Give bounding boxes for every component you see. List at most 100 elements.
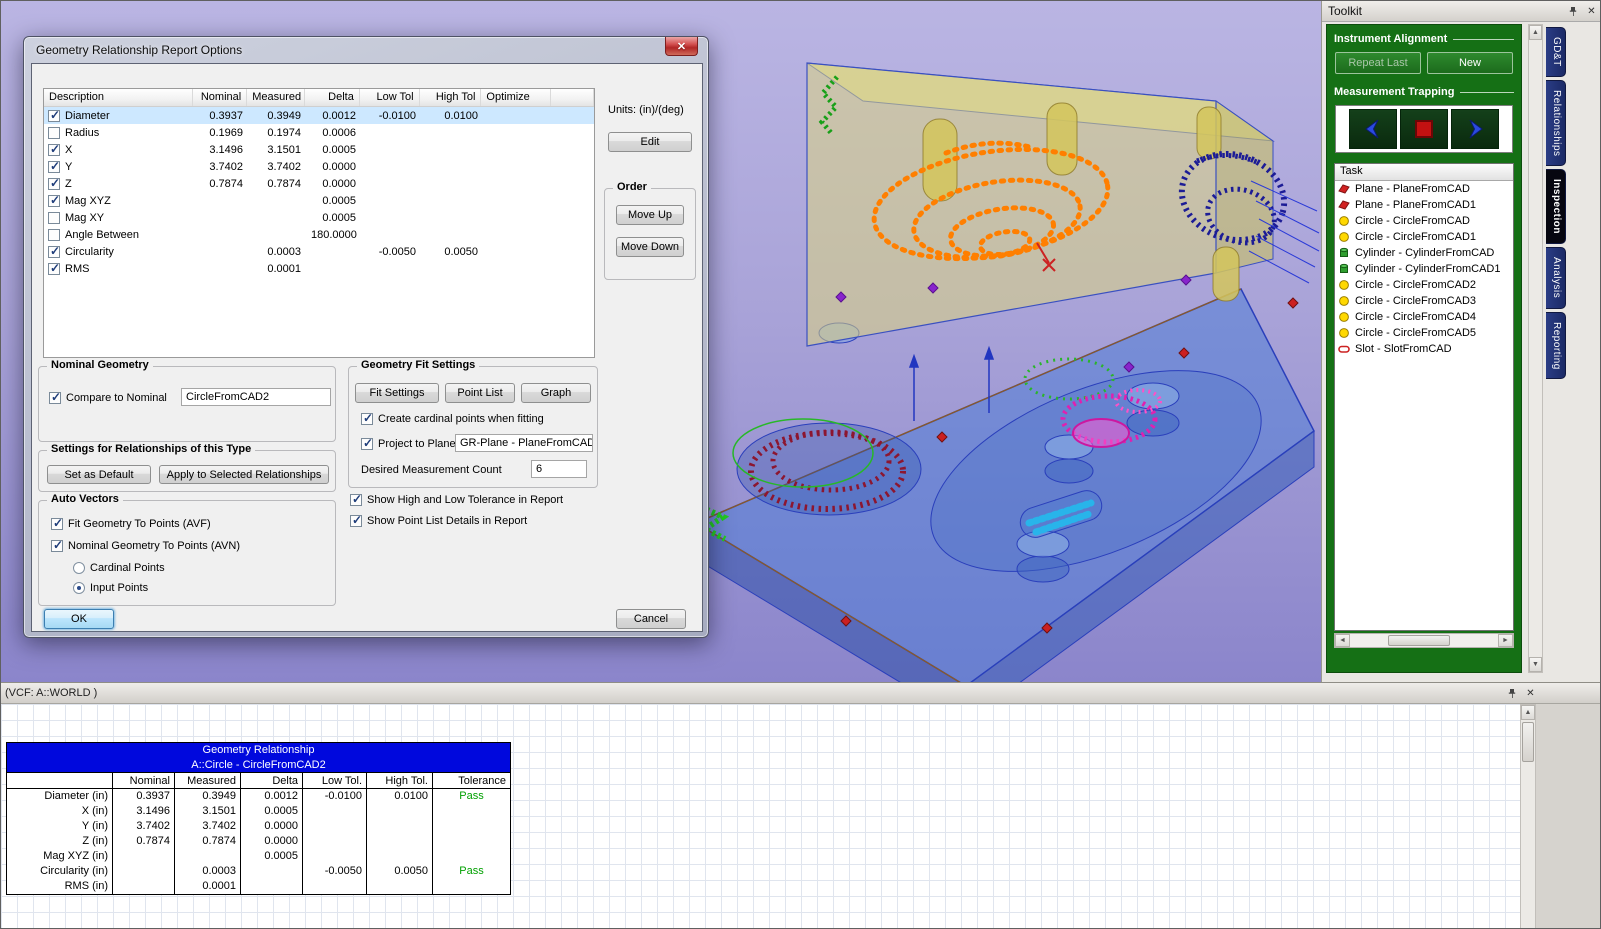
checkbox-icon[interactable] <box>48 195 60 207</box>
scroll-down-button[interactable]: ▼ <box>1529 657 1542 672</box>
cardinal-points-radio[interactable]: Cardinal Points <box>73 562 165 574</box>
task-item[interactable]: Circle - CircleFromCAD4 <box>1335 309 1513 325</box>
nominal-geometry-field[interactable]: CircleFromCAD2 <box>181 388 331 406</box>
task-list-hscrollbar[interactable]: ◄ ► <box>1334 633 1514 648</box>
move-down-button[interactable]: Move Down <box>616 237 684 257</box>
repeat-last-button[interactable]: Repeat Last <box>1335 52 1421 74</box>
task-list-header[interactable]: Task <box>1335 164 1513 181</box>
task-item[interactable]: Slot - SlotFromCAD <box>1335 341 1513 357</box>
trap-next-button[interactable] <box>1451 109 1499 149</box>
compare-to-nominal-checkbox[interactable]: Compare to Nominal <box>49 392 167 404</box>
checkbox-icon[interactable] <box>48 110 60 122</box>
graph-button[interactable]: Graph <box>521 383 591 403</box>
show-pointlist-checkbox[interactable]: Show Point List Details in Report <box>350 515 527 527</box>
column-header[interactable]: Measured <box>247 89 305 106</box>
report-row-label: Circularity (in) <box>7 864 113 879</box>
dialog-table-row[interactable]: Radius0.19690.19740.0006 <box>44 124 594 141</box>
cell-low: -0.0100 <box>361 110 421 122</box>
checkbox-icon[interactable] <box>48 144 60 156</box>
pin-icon[interactable] <box>1566 4 1581 19</box>
checkbox-icon <box>350 494 362 506</box>
checkbox-icon[interactable] <box>48 212 60 224</box>
report-options-table[interactable]: DescriptionNominalMeasuredDeltaLow TolHi… <box>43 88 595 358</box>
report-cell-tolerance <box>433 819 510 834</box>
scroll-thumb[interactable] <box>1522 722 1534 762</box>
scroll-up-button[interactable]: ▲ <box>1521 705 1535 720</box>
show-tolerance-checkbox[interactable]: Show High and Low Tolerance in Report <box>350 494 563 506</box>
task-item[interactable]: Cylinder - CylinderFromCAD1 <box>1335 261 1513 277</box>
task-item[interactable]: Circle - CircleFromCAD3 <box>1335 293 1513 309</box>
cell-low: -0.0050 <box>361 246 421 258</box>
tab-relationships[interactable]: Relationships <box>1546 80 1566 167</box>
column-header[interactable]: Delta <box>305 89 360 106</box>
scroll-up-button[interactable]: ▲ <box>1529 25 1542 40</box>
dialog-table-row[interactable]: Mag XY0.0005 <box>44 209 594 226</box>
pin-icon[interactable] <box>1505 686 1520 701</box>
edit-button[interactable]: Edit <box>608 132 692 152</box>
column-header[interactable]: Low Tol <box>360 89 420 106</box>
task-list: Plane - PlaneFromCADPlane - PlaneFromCAD… <box>1335 181 1513 357</box>
column-header[interactable]: Nominal <box>193 89 247 106</box>
dialog-table-row[interactable]: Mag XYZ0.0005 <box>44 192 594 209</box>
fit-settings-button[interactable]: Fit Settings <box>355 383 439 403</box>
input-points-radio[interactable]: Input Points <box>73 582 148 594</box>
trap-stop-button[interactable] <box>1400 109 1448 149</box>
report-cell-delta <box>241 864 303 879</box>
apply-to-selected-button[interactable]: Apply to Selected Relationships <box>159 465 329 484</box>
avf-checkbox[interactable]: Fit Geometry To Points (AVF) <box>51 518 211 530</box>
column-header[interactable]: High Tol <box>420 89 482 106</box>
checkbox-icon[interactable] <box>48 178 60 190</box>
auto-vectors-group: Auto Vectors Fit Geometry To Points (AVF… <box>38 500 336 606</box>
close-icon[interactable]: ✕ <box>1584 4 1599 19</box>
tab-reporting[interactable]: Reporting <box>1546 312 1566 380</box>
checkbox-icon[interactable] <box>48 229 60 241</box>
cancel-button[interactable]: Cancel <box>616 609 686 629</box>
tab-gd-t[interactable]: GD&T <box>1546 27 1566 77</box>
measurement-count-field[interactable]: 6 <box>531 460 587 478</box>
dialog-close-button[interactable]: ✕ <box>665 37 698 56</box>
toolkit-vscrollbar[interactable]: ▲ ▼ <box>1528 24 1543 673</box>
trap-previous-button[interactable] <box>1349 109 1397 149</box>
task-label: Circle - CircleFromCAD3 <box>1355 295 1476 307</box>
checkbox-icon[interactable] <box>48 127 60 139</box>
3d-viewport[interactable]: Geometry Relationship Report Options ✕ D… <box>1 1 1321 682</box>
project-to-plane-checkbox[interactable]: Project to Plane <box>361 438 456 450</box>
dialog-table-row[interactable]: Diameter0.39370.39490.0012-0.01000.0100 <box>44 107 594 124</box>
close-icon[interactable]: ✕ <box>1523 686 1538 701</box>
tab-inspection[interactable]: Inspection <box>1546 169 1566 244</box>
column-header[interactable]: Description <box>44 89 193 106</box>
task-item[interactable]: Cylinder - CylinderFromCAD <box>1335 245 1513 261</box>
checkbox-icon[interactable] <box>48 246 60 258</box>
avn-checkbox[interactable]: Nominal Geometry To Points (AVN) <box>51 540 240 552</box>
dialog-table-row[interactable]: RMS0.0001 <box>44 260 594 277</box>
dialog-table-row[interactable]: Angle Between180.0000 <box>44 226 594 243</box>
create-cardinal-points-checkbox[interactable]: Create cardinal points when fitting <box>361 413 544 425</box>
scroll-thumb[interactable] <box>1388 635 1450 646</box>
task-item[interactable]: Plane - PlaneFromCAD <box>1335 181 1513 197</box>
scroll-left-button[interactable]: ◄ <box>1335 634 1350 647</box>
ok-button[interactable]: OK <box>44 609 114 629</box>
checkbox-icon[interactable] <box>48 263 60 275</box>
dialog-table-row[interactable]: X3.14963.15010.0005 <box>44 141 594 158</box>
checkbox-icon[interactable] <box>48 161 60 173</box>
dialog-table-row[interactable]: Z0.78740.78740.0000 <box>44 175 594 192</box>
project-plane-field[interactable]: GR-Plane - PlaneFromCAD <box>455 434 593 452</box>
scroll-right-button[interactable]: ► <box>1498 634 1513 647</box>
new-alignment-button[interactable]: New <box>1427 52 1513 74</box>
report-grid-area[interactable]: Geometry RelationshipA::Circle - CircleF… <box>1 704 1520 929</box>
point-list-button[interactable]: Point List <box>445 383 515 403</box>
tab-analysis[interactable]: Analysis <box>1546 247 1566 308</box>
task-item[interactable]: Circle - CircleFromCAD2 <box>1335 277 1513 293</box>
report-cell-nominal: 0.3937 <box>113 789 175 804</box>
move-up-button[interactable]: Move Up <box>616 205 684 225</box>
dialog-table-row[interactable]: Circularity0.0003-0.00500.0050 <box>44 243 594 260</box>
task-item[interactable]: Plane - PlaneFromCAD1 <box>1335 197 1513 213</box>
report-vscrollbar[interactable]: ▲ <box>1520 704 1536 929</box>
task-item[interactable]: Circle - CircleFromCAD1 <box>1335 229 1513 245</box>
set-as-default-button[interactable]: Set as Default <box>47 465 151 484</box>
dialog-table-row[interactable]: Y3.74023.74020.0000 <box>44 158 594 175</box>
circle-icon <box>1338 295 1351 307</box>
column-header[interactable]: Optimize <box>481 89 551 106</box>
task-item[interactable]: Circle - CircleFromCAD <box>1335 213 1513 229</box>
task-item[interactable]: Circle - CircleFromCAD5 <box>1335 325 1513 341</box>
